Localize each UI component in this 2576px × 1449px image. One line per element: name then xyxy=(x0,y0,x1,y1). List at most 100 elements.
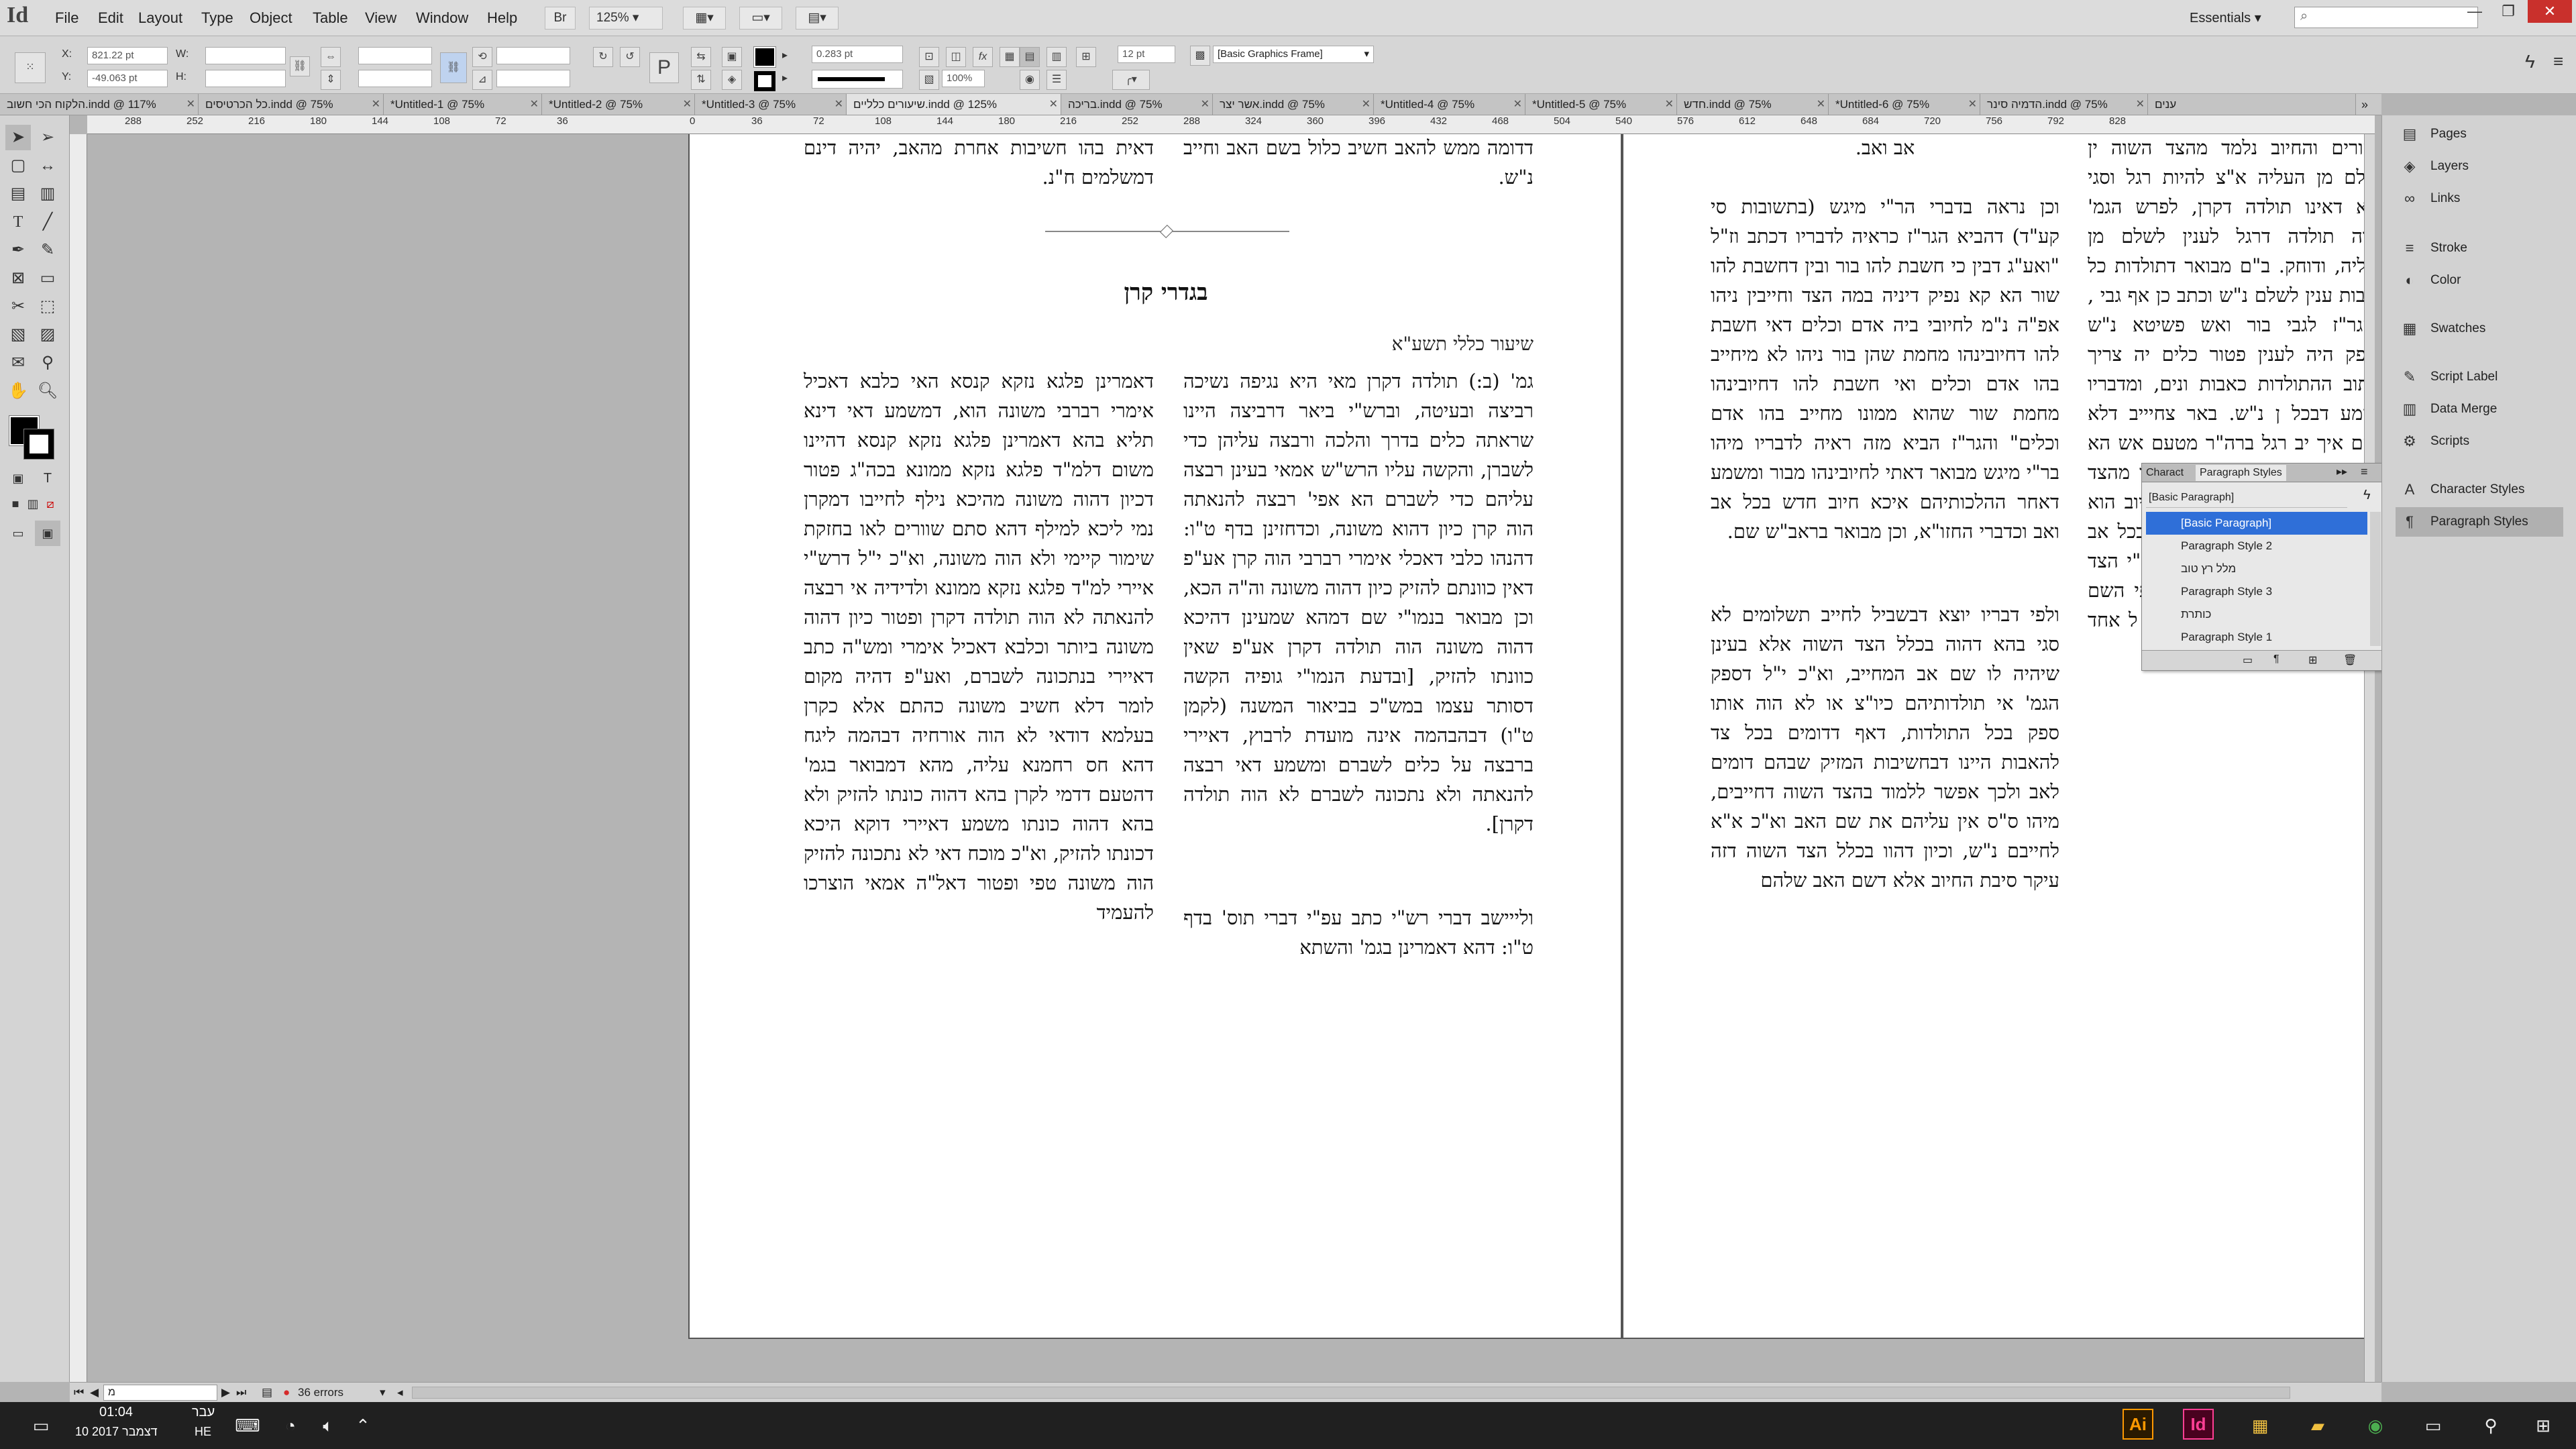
scale-y-icon[interactable]: ⇕ xyxy=(321,70,341,90)
select-container-icon[interactable]: ▣ xyxy=(722,47,742,67)
close-tab-icon[interactable]: ✕ xyxy=(1665,94,1674,115)
columns-icon[interactable]: ⊞ xyxy=(1076,47,1096,67)
styles-scrollbar[interactable] xyxy=(2370,512,2381,646)
selection-tool-icon[interactable]: ➤ xyxy=(5,125,31,150)
close-icon[interactable]: ✕ xyxy=(2528,0,2572,23)
close-tab-icon[interactable]: ✕ xyxy=(372,94,380,115)
hand-tool-icon[interactable]: ✋ xyxy=(5,378,31,404)
panel-layers[interactable]: ◈ Layers xyxy=(2396,152,2563,181)
constrain-scale-icon[interactable]: ⛓ xyxy=(440,52,467,83)
pencil-tool-icon[interactable]: ✎ xyxy=(35,237,60,263)
workspace-switcher[interactable]: Essentials ▾ xyxy=(2190,0,2261,36)
tab-document-12[interactable]: *Untitled-6 @ 75% ✕ xyxy=(1829,94,1980,115)
text-wrap-jump-icon[interactable]: ☰ xyxy=(1046,70,1067,90)
wifi-icon[interactable]: ◔ xyxy=(274,1409,307,1442)
gradient-feather-tool-icon[interactable]: ▨ xyxy=(35,322,60,347)
stroke-color-swatch[interactable] xyxy=(23,429,54,460)
panel-links[interactable]: ∞ Links xyxy=(2396,184,2563,213)
rotate-ccw-icon[interactable]: ↺ xyxy=(620,47,640,67)
last-page-icon[interactable]: ⏭ xyxy=(236,1383,246,1403)
stroke-arrow-icon[interactable]: ▸ xyxy=(782,71,788,85)
scroll-left-icon[interactable]: ◂ xyxy=(397,1383,403,1403)
collapse-panel-icon[interactable]: ▸▸ xyxy=(2337,465,2347,478)
style-row[interactable]: [Basic Paragraph] xyxy=(2146,512,2367,535)
menu-window[interactable]: Window xyxy=(416,0,468,36)
close-tab-icon[interactable]: ✕ xyxy=(1817,94,1825,115)
menu-help[interactable]: Help xyxy=(487,0,517,36)
tab-document-4[interactable]: *Untitled-2 @ 75% ✕ xyxy=(542,94,695,115)
close-tab-icon[interactable]: ✕ xyxy=(1201,94,1210,115)
scale-x-icon[interactable]: ⇔ xyxy=(321,47,341,67)
effects-icon[interactable]: fx xyxy=(973,47,993,67)
text-frame[interactable]: דאית בהו חשיבות אחרת מהאב, יהיה דינם דמש… xyxy=(804,134,1154,192)
tab-document-7[interactable]: בריכה.indd @ 75% ✕ xyxy=(1061,94,1213,115)
preview-mode-icon[interactable]: ▣ xyxy=(35,521,60,546)
menu-file[interactable]: File xyxy=(55,0,78,36)
section-subheading[interactable]: שיעור כללי תשע"א xyxy=(804,333,1534,356)
menu-layout[interactable]: Layout xyxy=(138,0,182,36)
panel-scripts[interactable]: ⚙ Scripts xyxy=(2396,427,2563,456)
apply-none-icon[interactable]: ⧄ xyxy=(38,491,63,517)
formatting-text-icon[interactable]: T xyxy=(35,466,60,491)
minimize-icon[interactable]: — xyxy=(2458,0,2491,23)
menu-edit[interactable]: Edit xyxy=(98,0,123,36)
menu-table[interactable]: Table xyxy=(313,0,348,36)
close-tab-icon[interactable]: ✕ xyxy=(1049,94,1058,115)
rectangle-tool-icon[interactable]: ▭ xyxy=(35,266,60,291)
close-tab-icon[interactable]: ✕ xyxy=(1362,94,1371,115)
show-hidden-icons-icon[interactable]: ⌃ xyxy=(346,1409,380,1442)
prev-page-icon[interactable]: ◀ xyxy=(90,1383,99,1403)
close-tab-icon[interactable]: ✕ xyxy=(186,94,195,115)
width-field[interactable] xyxy=(205,47,286,64)
gradient-swatch-tool-icon[interactable]: ▧ xyxy=(5,322,31,347)
close-tab-icon[interactable]: ✕ xyxy=(683,94,692,115)
zoom-tool-icon[interactable]: 🔍︎ xyxy=(35,378,60,404)
pen-tool-icon[interactable]: ✒ xyxy=(5,237,31,263)
notification-icon[interactable]: ▭ xyxy=(24,1409,58,1442)
reference-point-icon[interactable]: ⁙ xyxy=(15,52,46,83)
preflight-dropdown-icon[interactable]: ▾ xyxy=(380,1383,386,1403)
indesign-app-icon[interactable]: Id xyxy=(2183,1409,2214,1440)
tab-overflow-icon[interactable]: » xyxy=(2361,94,2368,115)
free-transform-tool-icon[interactable]: ⬚ xyxy=(35,294,60,319)
menu-view[interactable]: View xyxy=(365,0,396,36)
style-row[interactable]: Paragraph Style 3 xyxy=(2146,580,2367,603)
text-wrap-none-icon[interactable]: ▤ xyxy=(1020,47,1040,67)
preflight-errors[interactable]: 36 errors xyxy=(298,1383,343,1403)
shear-field[interactable] xyxy=(496,70,570,87)
shear-icon[interactable]: ⊿ xyxy=(472,70,492,90)
style-row[interactable]: Paragraph Style 1 xyxy=(2146,626,2367,649)
quick-apply-icon[interactable]: ϟ xyxy=(2525,51,2535,72)
menu-object[interactable]: Object xyxy=(250,0,292,36)
cortana-search-icon[interactable]: ⚲ xyxy=(2474,1409,2508,1442)
close-tab-icon[interactable]: ✕ xyxy=(835,94,843,115)
tab-document-active[interactable]: שיעורים כלליים.indd @ 125% ✕ xyxy=(847,94,1061,115)
delete-style-icon[interactable]: 🗑︎ xyxy=(2343,653,2357,667)
text-frame[interactable]: דדומה ממש להאב חשיב כלול בשם האב וחייב נ… xyxy=(1183,134,1534,192)
height-field[interactable] xyxy=(205,70,286,87)
style-row[interactable]: כותרת xyxy=(2146,603,2367,626)
panel-swatches[interactable]: ▦ Swatches xyxy=(2396,314,2563,343)
rotate-field[interactable] xyxy=(496,47,570,64)
vertical-scrollbar[interactable] xyxy=(2364,134,2375,1382)
type-tool-icon[interactable]: T xyxy=(5,209,31,235)
volume-icon[interactable]: 🔈︎ xyxy=(311,1409,345,1442)
chrome-app-icon[interactable]: ◉ xyxy=(2359,1409,2392,1442)
normal-mode-icon[interactable]: ▭ xyxy=(5,521,31,546)
input-language-label[interactable]: עבר xyxy=(192,1405,215,1420)
tab-document-8[interactable]: אשר יצר.indd @ 75% ✕ xyxy=(1213,94,1374,115)
text-frame[interactable]: אב ואב. xyxy=(1711,134,2059,162)
fill-arrow-icon[interactable]: ▸ xyxy=(782,48,788,62)
opacity-field[interactable]: 100% xyxy=(942,70,985,87)
paragraph-icon[interactable]: P xyxy=(649,52,679,83)
new-style-lightning-icon[interactable]: ϟ xyxy=(2363,488,2371,503)
direct-selection-tool-icon[interactable]: ➢ xyxy=(35,125,60,150)
clear-overrides-icon[interactable]: ¶ xyxy=(2273,653,2279,665)
first-page-icon[interactable]: ⏮ xyxy=(74,1383,84,1403)
scale-x-field[interactable] xyxy=(358,47,432,64)
style-row[interactable]: מלל רץ טוב xyxy=(2146,557,2367,580)
fill-swatch[interactable] xyxy=(753,46,776,68)
line-tool-icon[interactable]: ╱ xyxy=(35,209,60,235)
text-frame[interactable]: ולפי דבריו יוצא דבשביל לחייב תשלומים לא … xyxy=(1711,600,2059,954)
close-tab-icon[interactable]: ✕ xyxy=(530,94,539,115)
